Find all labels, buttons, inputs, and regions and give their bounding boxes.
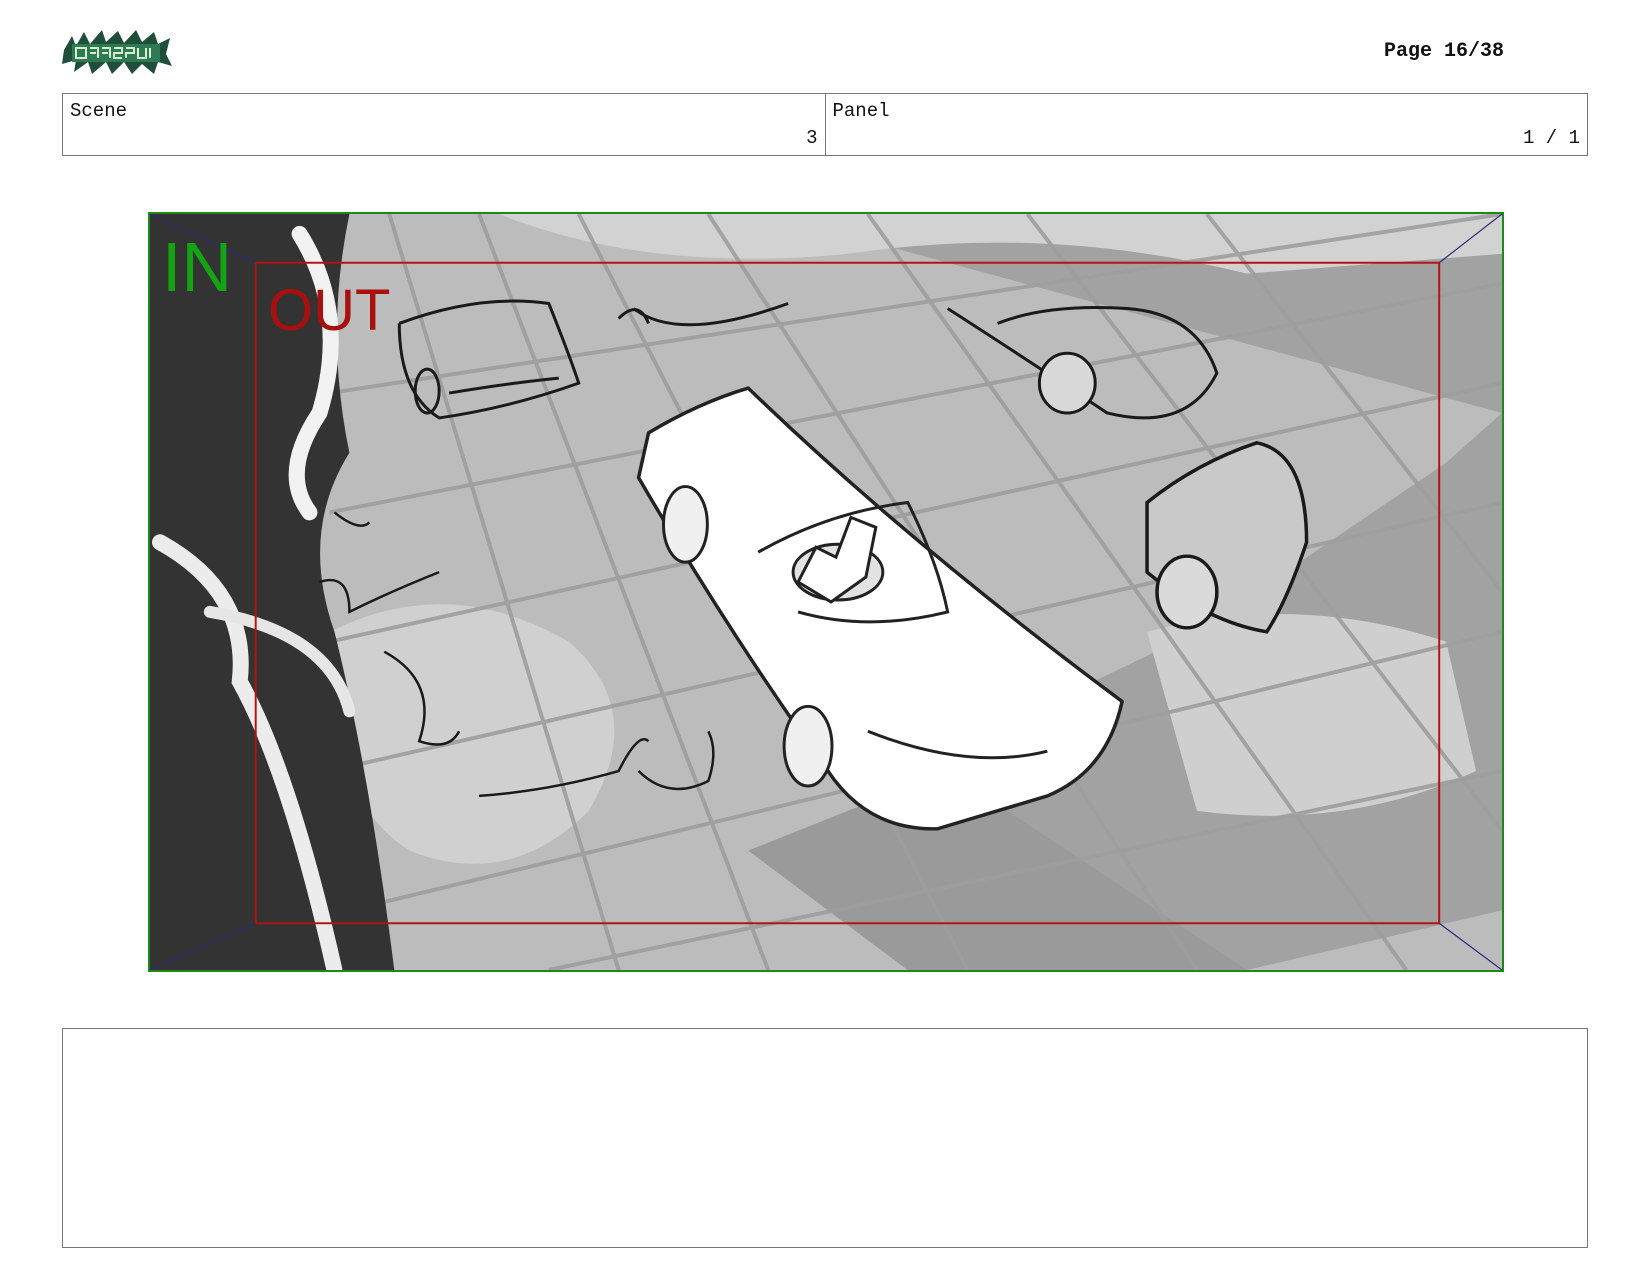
scene-value: 3 [806, 127, 818, 149]
panel-label: Panel [832, 100, 890, 122]
offspring-logo-icon [62, 28, 172, 76]
scene-label: Scene [70, 100, 128, 122]
notes-box[interactable] [62, 1028, 1588, 1248]
scene-panel-table: Scene 3 Panel 1 / 1 [62, 93, 1588, 156]
panel-value: 1 / 1 [1522, 127, 1580, 149]
scene-cell: Scene 3 [63, 94, 825, 155]
storyboard-frame: IN OUT [148, 212, 1504, 972]
in-frame-label: IN [162, 228, 232, 306]
page-number: Page 16/38 [1383, 40, 1504, 63]
out-frame-label: OUT [268, 278, 391, 343]
panel-cell: Panel 1 / 1 [824, 94, 1588, 155]
